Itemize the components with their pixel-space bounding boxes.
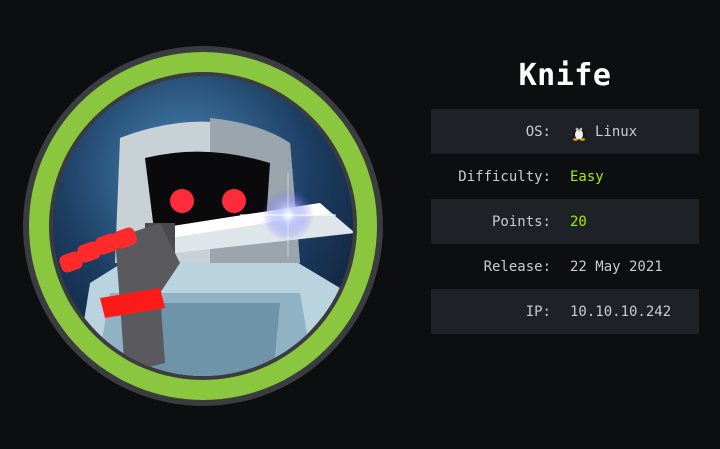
machine-avatar — [20, 43, 386, 409]
difficulty-label: Difficulty: — [458, 168, 551, 185]
release-value: 22 May 2021 — [570, 258, 663, 275]
release-label: Release: — [483, 258, 551, 275]
os-value: Linux — [595, 123, 638, 140]
machine-title: Knife — [518, 58, 612, 93]
info-row-os: OS: Linux — [431, 109, 699, 154]
tux-penguin-icon — [570, 123, 588, 141]
os-label: OS: — [525, 123, 551, 140]
points-label: Points: — [491, 213, 551, 230]
ip-label: IP: — [525, 303, 551, 320]
info-row-points: Points: 20 — [431, 199, 699, 244]
difficulty-value: Easy — [570, 168, 604, 185]
info-row-ip: IP: 10.10.10.242 — [431, 289, 699, 334]
info-row-release: Release: 22 May 2021 — [431, 244, 699, 289]
machine-info-table: OS: Linux Difficulty: Easy Points: 20 Re… — [431, 109, 699, 334]
info-row-difficulty: Difficulty: Easy — [431, 154, 699, 199]
points-value: 20 — [570, 213, 587, 230]
os-value-container: Linux — [570, 123, 637, 141]
ip-value: 10.10.10.242 — [570, 303, 672, 320]
